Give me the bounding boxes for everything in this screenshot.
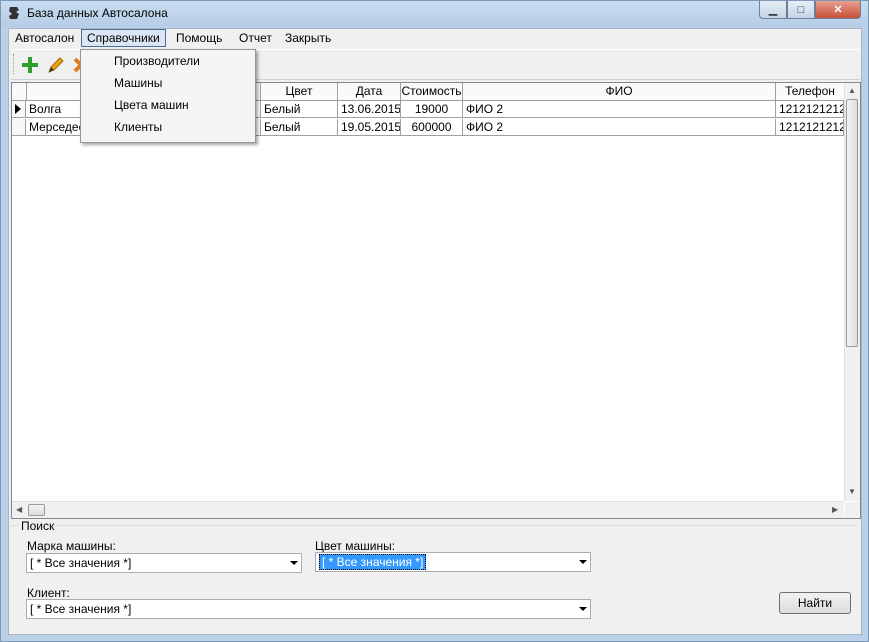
- app-window: База данных Автосалона ▁ □ ✕ Автосалон С…: [0, 0, 869, 642]
- current-row-icon: [15, 104, 21, 114]
- window-controls: ▁ □ ✕: [759, 1, 861, 19]
- horizontal-scrollbar[interactable]: ◀ ▶: [12, 501, 844, 518]
- chevron-down-icon[interactable]: [579, 560, 587, 564]
- cell-fio[interactable]: ФИО 2: [463, 101, 776, 118]
- menu-item-clients[interactable]: Клиенты: [114, 117, 162, 137]
- menu-item-manufacturers[interactable]: Производители: [114, 51, 200, 71]
- scroll-left-icon[interactable]: ◀: [16, 505, 22, 514]
- scroll-right-icon[interactable]: ▶: [832, 505, 838, 514]
- client-combo[interactable]: [ * Все значения *]: [26, 599, 591, 619]
- minimize-button[interactable]: ▁: [759, 1, 787, 19]
- vertical-scroll-thumb[interactable]: [846, 99, 858, 347]
- horizontal-scroll-thumb[interactable]: [28, 504, 45, 516]
- col-header-fio[interactable]: ФИО: [463, 83, 776, 100]
- brand-combo[interactable]: [ * Все значения *]: [26, 553, 302, 573]
- chevron-down-icon[interactable]: [290, 561, 298, 565]
- vertical-scrollbar[interactable]: ▲ ▼: [844, 83, 860, 501]
- row-header-corner: [12, 83, 27, 100]
- cell-phone[interactable]: 12121212121: [776, 101, 844, 118]
- close-button[interactable]: ✕: [815, 1, 861, 19]
- row-header-current[interactable]: [12, 101, 26, 118]
- client-combo-value: [ * Все значения *]: [30, 602, 132, 616]
- maximize-icon: □: [797, 3, 805, 16]
- search-group-label: Поиск: [19, 519, 57, 533]
- color-combo-value: [ * Все значения *]: [319, 554, 427, 570]
- cars-grid[interactable]: Цвет Дата Стоимость ФИО Телефон Волга Бе…: [11, 82, 861, 519]
- brand-combo-value: [ * Все значения *]: [30, 556, 132, 570]
- color-label: Цвет машины:: [315, 539, 396, 553]
- scroll-down-icon[interactable]: ▼: [848, 487, 856, 496]
- title-bar[interactable]: База данных Автосалона ▁ □ ✕: [1, 1, 868, 27]
- cell-date[interactable]: 13.06.2015: [338, 101, 401, 118]
- toolbar-grip[interactable]: [13, 54, 17, 74]
- spravochniki-dropdown: Производители Машины Цвета машин Клиенты: [80, 49, 256, 143]
- cell-color[interactable]: Белый: [261, 119, 338, 136]
- find-button[interactable]: Найти: [779, 592, 851, 614]
- scroll-corner: [845, 502, 860, 518]
- menu-item-car-colors[interactable]: Цвета машин: [114, 95, 189, 115]
- menu-bar: Автосалон Справочники Помощь Отчет Закры…: [9, 29, 861, 48]
- cell-date[interactable]: 19.05.2015: [338, 119, 401, 136]
- add-icon[interactable]: [20, 55, 40, 75]
- menu-avtosalon[interactable]: Автосалон: [10, 30, 79, 46]
- menu-item-cars[interactable]: Машины: [114, 73, 162, 93]
- cell-phone[interactable]: 12121212121: [776, 119, 844, 136]
- menu-spravochniki[interactable]: Справочники: [81, 29, 166, 47]
- cell-cost[interactable]: 19000: [401, 101, 463, 118]
- brand-label: Марка машины:: [27, 539, 116, 553]
- app-logo-icon: [9, 7, 19, 19]
- chevron-down-icon[interactable]: [579, 607, 587, 611]
- cell-cost[interactable]: 600000: [401, 119, 463, 136]
- close-icon: ✕: [833, 4, 843, 16]
- scroll-up-icon[interactable]: ▲: [848, 86, 856, 95]
- col-header-date[interactable]: Дата: [338, 83, 401, 100]
- minimize-icon: ▁: [768, 4, 778, 16]
- cell-fio[interactable]: ФИО 2: [463, 119, 776, 136]
- cell-color[interactable]: Белый: [261, 101, 338, 118]
- row-header[interactable]: [12, 119, 26, 136]
- menu-report[interactable]: Отчет: [234, 30, 277, 46]
- search-groupbox: Поиск Марка машины: [ * Все значения *] …: [11, 519, 859, 629]
- color-combo[interactable]: [ * Все значения *]: [315, 552, 591, 572]
- window-title: База данных Автосалона: [27, 6, 168, 20]
- col-header-color[interactable]: Цвет: [261, 83, 338, 100]
- col-header-phone[interactable]: Телефон: [776, 83, 845, 100]
- menu-help[interactable]: Помощь: [171, 30, 227, 46]
- client-label: Клиент:: [27, 586, 70, 600]
- col-header-cost[interactable]: Стоимость: [401, 83, 463, 100]
- maximize-button[interactable]: □: [787, 1, 815, 19]
- edit-icon[interactable]: [46, 55, 66, 75]
- group-border: [11, 525, 857, 526]
- menu-close[interactable]: Закрыть: [280, 30, 336, 46]
